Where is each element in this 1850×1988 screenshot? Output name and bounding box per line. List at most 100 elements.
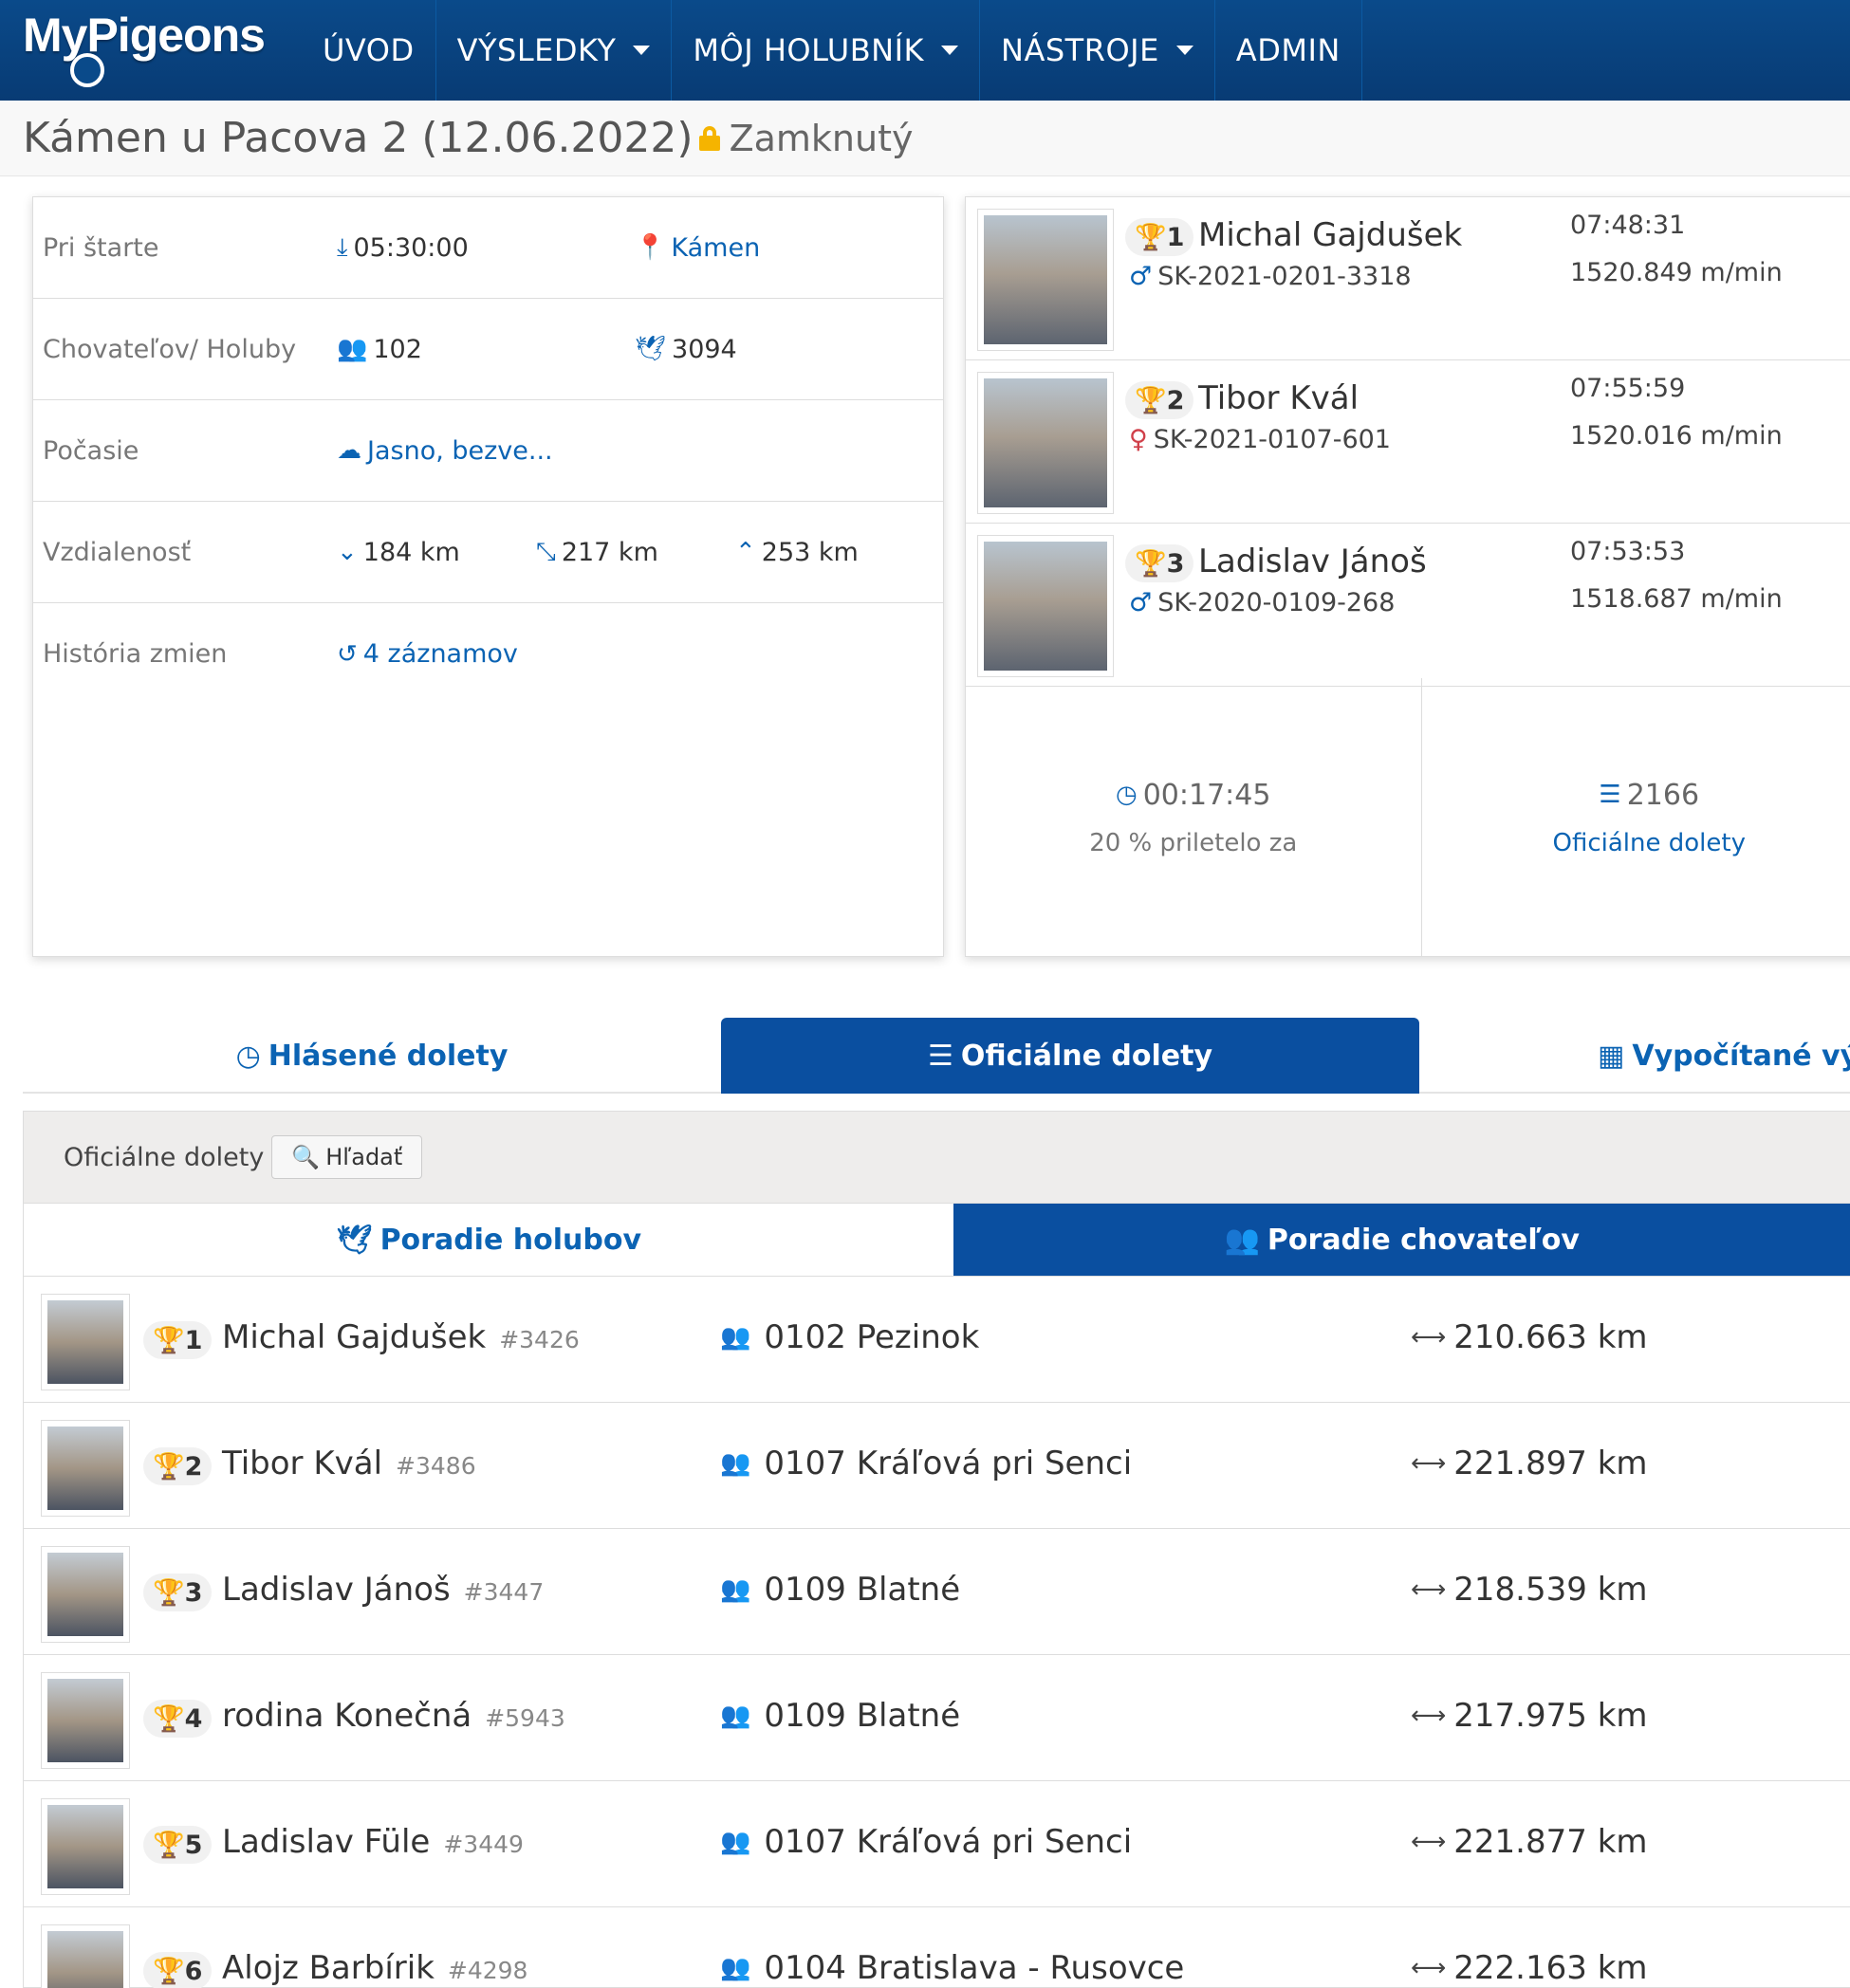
tab-pigeon-ranking[interactable]: 🕊 Poradie holubov	[24, 1204, 954, 1276]
trophy-icon: 🏆	[1135, 386, 1167, 415]
download-icon: ⤓	[337, 232, 348, 262]
distance-avg-text: 217 km	[561, 537, 658, 567]
pigeons-count: 🕊 3094	[635, 335, 737, 364]
avatar[interactable]	[977, 372, 1114, 514]
search-button[interactable]: 🔍 Hľadať	[271, 1135, 423, 1179]
tab-reported[interactable]: ◷ Hlásené dolety	[23, 1018, 721, 1094]
table-row[interactable]: 🏆 2 Tibor Kvál #3486 👥 0107 Kráľová pri Sen…	[24, 1403, 1850, 1529]
winner-name[interactable]: Michal Gajdušek	[1198, 216, 1462, 254]
club[interactable]: 👥 0107 Kráľová pri Senci	[720, 1445, 1132, 1482]
trophy-icon: 🏆	[1135, 223, 1167, 252]
start-time-text: 05:30:00	[353, 232, 469, 263]
speed: 1520.016 m/min	[1570, 421, 1783, 451]
chevron-down-icon: ⌄	[337, 538, 358, 566]
rank-number: 2	[1166, 385, 1185, 415]
rank-number: 4	[184, 1703, 203, 1734]
tab-breeder-ranking[interactable]: 👥 Poradie chovateľov	[953, 1204, 1850, 1276]
rank-badge: 🏆 6	[143, 1952, 213, 1988]
users-icon: 👥	[337, 335, 368, 363]
breeder-name[interactable]: Tibor Kvál #3486	[222, 1445, 476, 1482]
table-row[interactable]: 🏆 1 Michal Gajdušek #3426 👥 0102 Pezinok ⟷ 2…	[24, 1277, 1850, 1403]
avatar[interactable]	[977, 535, 1114, 677]
ring-number[interactable]: ♀ SK-2021-0107-601	[1129, 425, 1391, 454]
table-row[interactable]: 🏆 6 Alojz Barbírik #4298 👥 0104 Bratislava …	[24, 1907, 1850, 1988]
speed: 1518.687 m/min	[1570, 584, 1783, 614]
users-icon: 👥	[720, 1702, 751, 1730]
pigeon-icon: 🕊	[635, 335, 667, 363]
panel-header: Oficiálne dolety 🔍 Hľadať	[24, 1112, 1850, 1204]
arrows-horizontal-icon: ⟷	[1411, 1828, 1447, 1856]
ring-number[interactable]: ♂ SK-2021-0201-3318	[1129, 262, 1412, 291]
breeder-name-text: Ladislav Jánoš	[222, 1571, 451, 1609]
avatar[interactable]	[41, 1798, 130, 1895]
brand-logo[interactable]: MyPigeons	[0, 0, 302, 101]
club[interactable]: 👥 0107 Kráľová pri Senci	[720, 1823, 1132, 1861]
breeder-name[interactable]: Michal Gajdušek #3426	[222, 1318, 580, 1356]
pigeons-text: 3094	[672, 334, 737, 364]
official-link[interactable]: Oficiálne dolety	[1553, 829, 1746, 857]
tab-calculated[interactable]: ▦Vypočítané výsl	[1419, 1018, 1850, 1094]
nav-nastroje[interactable]: NÁSTROJE	[980, 0, 1215, 101]
trophy-icon: 🏆	[153, 1957, 185, 1986]
trophy-icon: 🏆	[153, 1704, 185, 1734]
history-link[interactable]: ↺ 4 záznamov	[337, 639, 518, 669]
calculator-icon: ▦	[1598, 1039, 1625, 1073]
tab-label: Oficiálne dolety	[960, 1039, 1212, 1073]
avatar[interactable]	[977, 209, 1114, 351]
nav-vysledky[interactable]: VÝSLEDKY	[436, 0, 673, 101]
nav-admin[interactable]: ADMIN	[1215, 0, 1362, 101]
ranking-tabs: 🕊 Poradie holubov 👥 Poradie chovateľov	[24, 1204, 1850, 1277]
weather-link[interactable]: ☁ Jasno, bezve...	[337, 436, 553, 466]
compress-icon: ⤡	[536, 537, 556, 566]
breeder-name[interactable]: Ladislav Füle #3449	[222, 1823, 524, 1861]
winner-name[interactable]: Ladislav Jánoš	[1198, 543, 1427, 580]
ring-number[interactable]: ♂ SK-2020-0109-268	[1129, 588, 1395, 617]
table-row[interactable]: 🏆 4 rodina Konečná #5943 👥 0109 Blatné ⟷ 217…	[24, 1655, 1850, 1781]
start-place-link[interactable]: 📍 Kámen	[635, 233, 760, 263]
avatar[interactable]	[41, 1420, 130, 1517]
caret-down-icon	[633, 46, 651, 55]
winner-item[interactable]: 🏆 3 Ladislav Jánoš ♂ SK-2020-0109-268 07:5…	[966, 524, 1850, 687]
winner-name[interactable]: Tibor Kvál	[1198, 379, 1359, 417]
users-icon: 👥	[720, 1323, 751, 1352]
results-tabs: ◷ Hlásené dolety ☰ Oficiálne dolety ▦ Vypoč…	[23, 1018, 1850, 1094]
table-row[interactable]: 🏆 5 Ladislav Füle #3449 👥 0107 Kráľová pri …	[24, 1781, 1850, 1907]
breeders-count: 👥 102	[337, 335, 422, 364]
arrows-horizontal-icon: ⟷	[1411, 1702, 1447, 1730]
avatar[interactable]	[41, 1672, 130, 1769]
history-row: História zmien ↺ 4 záznamov	[33, 603, 943, 705]
club[interactable]: 👥 0109 Blatné	[720, 1571, 960, 1609]
breeder-name-text: Tibor Kvál	[222, 1445, 383, 1482]
nav-moj-holubnik[interactable]: MÔJ HOLUBNÍK	[672, 0, 981, 101]
rank-number: 3	[1166, 548, 1185, 579]
users-icon: 👥	[1224, 1223, 1260, 1257]
arrival-time: 07:53:53	[1570, 537, 1686, 566]
winner-item[interactable]: 🏆 2 Tibor Kvál ♀ SK-2021-0107-601 07:55:59…	[966, 360, 1850, 524]
weather-text: Jasno, bezve...	[367, 435, 553, 466]
nav-uvod[interactable]: ÚVOD	[302, 0, 436, 101]
winner-item[interactable]: 🏆 1 Michal Gajdušek ♂ SK-2021-0201-3318 07…	[966, 197, 1850, 360]
distance-label: Vzdialenosť	[43, 537, 192, 567]
breeder-name[interactable]: Alojz Barbírik #4298	[222, 1949, 527, 1987]
distance-max: ⌃ 253 km	[735, 538, 859, 567]
club[interactable]: 👥 0109 Blatné	[720, 1697, 960, 1735]
avatar[interactable]	[41, 1294, 130, 1390]
caret-down-icon	[941, 46, 959, 55]
breeder-name[interactable]: Ladislav Jánoš #3447	[222, 1571, 544, 1609]
club[interactable]: 👥 0104 Bratislava - Rusovce	[720, 1949, 1184, 1987]
users-icon: 👥	[720, 1449, 751, 1478]
tab-official[interactable]: ☰ Oficiálne dolety	[721, 1018, 1419, 1094]
avatar[interactable]	[41, 1546, 130, 1643]
clock-icon: ◷	[1116, 781, 1138, 809]
distance-max-text: 253 km	[761, 537, 859, 567]
distance: ⟷ 210.663 km	[1411, 1318, 1648, 1356]
avatar[interactable]	[41, 1924, 130, 1988]
breeder-name[interactable]: rodina Konečná #5943	[222, 1697, 565, 1735]
club[interactable]: 👥 0102 Pezinok	[720, 1318, 979, 1356]
table-row[interactable]: 🏆 3 Ladislav Jánoš #3447 👥 0109 Blatné ⟷ 218…	[24, 1529, 1850, 1655]
distance: ⟷ 217.975 km	[1411, 1697, 1648, 1735]
rank-badge: 🏆 1	[1125, 218, 1194, 256]
official-stat[interactable]: ☰ 2166 Oficiálne dolety	[1422, 678, 1850, 957]
distance-text: 217.975 km	[1453, 1697, 1648, 1735]
arrows-horizontal-icon: ⟷	[1411, 1449, 1447, 1478]
